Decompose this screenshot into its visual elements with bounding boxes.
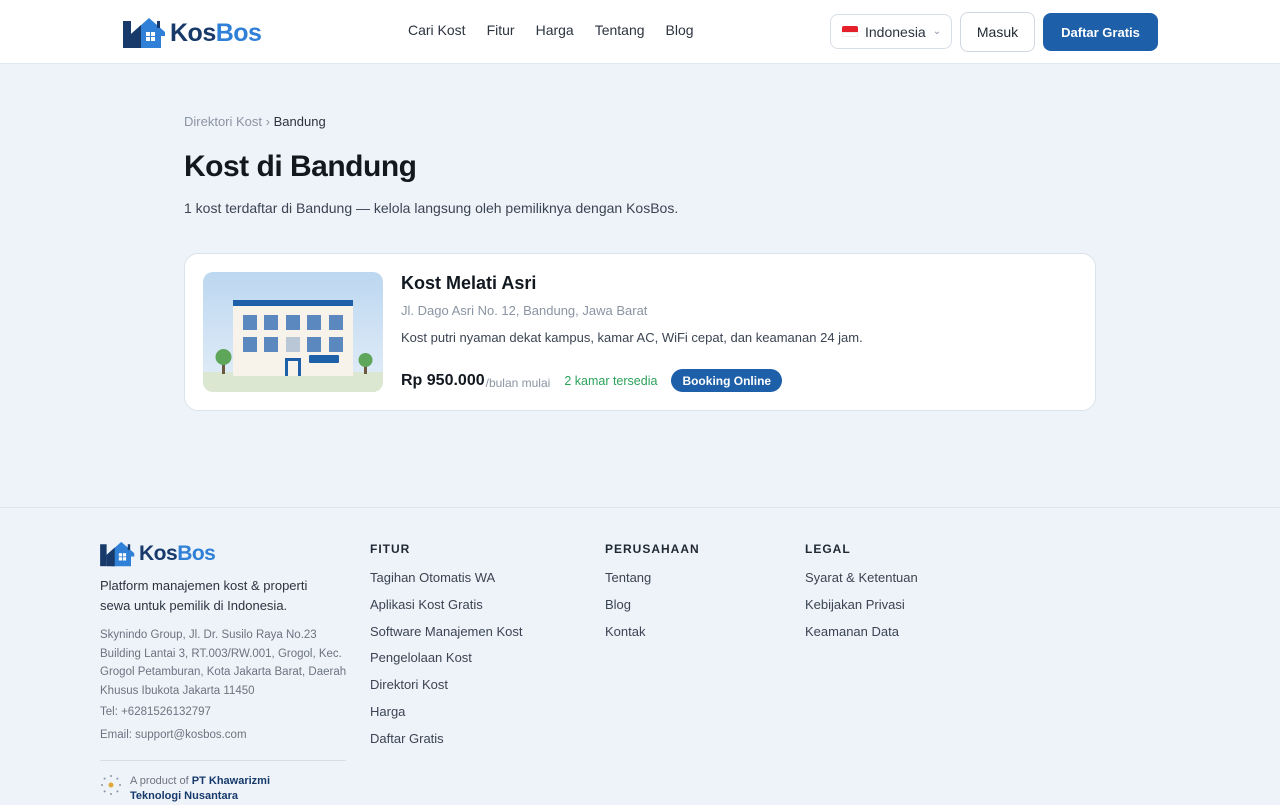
nav-tentang[interactable]: Tentang [595, 22, 645, 38]
footer-col-title: LEGAL [805, 542, 851, 556]
language-label: Indonesia [865, 23, 926, 40]
footer-link[interactable]: Kebijakan Privasi [805, 597, 918, 624]
language-selector[interactable]: Indonesia ⌄ [830, 14, 952, 49]
footer-link[interactable]: Pengelolaan Kost [370, 650, 522, 677]
house-logo-icon [123, 18, 165, 48]
indonesia-flag-icon [842, 26, 858, 37]
footer-address: Skynindo Group, Jl. Dr. Susilo Raya No.2… [100, 629, 347, 697]
breadcrumb-direktori-link[interactable]: Direktori Kost [184, 114, 262, 129]
nav-fitur[interactable]: Fitur [487, 22, 515, 38]
footer-link[interactable]: Aplikasi Kost Gratis [370, 597, 522, 624]
logo-text-bos: Bos [215, 18, 262, 47]
footer-divider [100, 760, 346, 761]
footer-link[interactable]: Software Manajemen Kost [370, 624, 522, 651]
footer-col-title: PERUSAHAAN [605, 542, 700, 556]
page-subtitle: 1 kost terdaftar di Bandung — kelola lan… [184, 200, 679, 216]
chevron-down-icon: ⌄ [932, 26, 942, 37]
footer-logo[interactable]: KosBos [100, 541, 216, 567]
footer-link[interactable]: Syarat & Ketentuan [805, 570, 918, 597]
top-header: KosBos Cari Kost Fitur Harga Tentang Blo… [0, 0, 1280, 64]
footer-col-fitur: FITUR Tagihan Otomatis WA Aplikasi Kost … [370, 542, 522, 758]
sun-dots-icon [101, 775, 121, 795]
nav-cari-kost[interactable]: Cari Kost [408, 22, 466, 38]
signup-button[interactable]: Daftar Gratis [1043, 13, 1158, 51]
footer-link[interactable]: Daftar Gratis [370, 731, 522, 758]
nav-harga[interactable]: Harga [536, 22, 574, 38]
footer-product-credit: A product of PT Khawarizmi Teknologi Nus… [100, 774, 320, 804]
kost-price-unit: /bulan mulai [485, 375, 551, 390]
breadcrumb: Direktori Kost › Bandung [184, 114, 326, 129]
footer-link[interactable]: Tentang [605, 570, 700, 597]
footer-link[interactable]: Harga [370, 704, 522, 731]
kost-listing-card[interactable]: Kost Melati Asri Jl. Dago Asri No. 12, B… [184, 253, 1096, 411]
breadcrumb-current: Bandung [273, 114, 326, 129]
footer-link[interactable]: Tagihan Otomatis WA [370, 570, 522, 597]
footer-link[interactable]: Kontak [605, 624, 700, 651]
kost-thumbnail-image [203, 272, 383, 392]
house-logo-icon [100, 541, 135, 567]
kost-address: Jl. Dago Asri No. 12, Bandung, Jawa Bara… [401, 303, 648, 318]
footer-link[interactable]: Keamanan Data [805, 624, 918, 651]
booking-online-badge: Booking Online [671, 369, 783, 392]
breadcrumb-separator: › [265, 114, 270, 129]
page-title: Kost di Bandung [184, 150, 417, 183]
product-prefix: A product of [130, 775, 189, 787]
footer-logo-text-kos: Kos [139, 542, 178, 565]
kosbos-logo[interactable]: KosBos [123, 17, 262, 49]
footer-tagline: Platform manajemen kost & properti sewa … [100, 578, 308, 613]
footer-logo-text-bos: Bos [177, 542, 216, 565]
footer-phone[interactable]: Tel: +6281526132797 [100, 706, 211, 718]
footer-email[interactable]: Email: support@kosbos.com [100, 729, 247, 741]
footer-col-perusahaan: PERUSAHAAN Tentang Blog Kontak [605, 542, 700, 650]
kost-name[interactable]: Kost Melati Asri [401, 273, 536, 294]
site-footer: KosBos Platform manajemen kost & propert… [0, 507, 1280, 805]
main-nav: Cari Kost Fitur Harga Tentang Blog [408, 22, 694, 38]
kost-price-row: Rp 950.000 /bulan mulai 2 kamar tersedia… [401, 369, 783, 392]
footer-link[interactable]: Direktori Kost [370, 677, 522, 704]
kost-rooms-available: 2 kamar tersedia [564, 373, 658, 388]
footer-link[interactable]: Blog [605, 597, 700, 624]
nav-blog[interactable]: Blog [666, 22, 694, 38]
login-button[interactable]: Masuk [960, 12, 1035, 52]
kost-description: Kost putri nyaman dekat kampus, kamar AC… [401, 330, 863, 345]
logo-text-kos: Kos [170, 18, 216, 47]
kost-price: Rp 950.000 [401, 371, 485, 389]
footer-col-legal: LEGAL Syarat & Ketentuan Kebijakan Priva… [805, 542, 918, 650]
footer-col-title: FITUR [370, 542, 411, 556]
